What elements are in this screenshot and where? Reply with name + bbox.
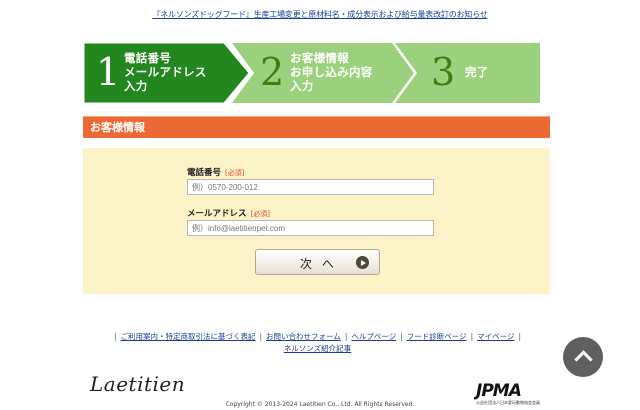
footer-link-mypage[interactable]: マイページ <box>477 332 514 341</box>
footer-separator: | <box>400 332 403 341</box>
jpma-logo-text: JPMA <box>474 381 521 400</box>
step-2: 2 お客様情報 お申し込み内容 入力 <box>232 43 414 103</box>
step-3-label: 完了 <box>465 65 489 79</box>
jpma-logo: JPMA <box>474 381 522 400</box>
phone-label: 電話番号 [必須] <box>187 166 244 178</box>
phone-input[interactable] <box>187 179 434 195</box>
footer-separator: | <box>259 332 263 341</box>
footer-link-nelsons-article[interactable]: ネルソンズ紹介記事 <box>284 344 351 353</box>
footer-links: | ご利用案内・特定商取引法に基づく表記 | お問い合わせフォーム | ヘルプページ | フー… <box>90 331 545 355</box>
footer-separator: | <box>344 332 348 341</box>
step-1-label: 電話番号 メールアドレス 入力 <box>124 51 207 93</box>
footer-link-food-diagnosis[interactable]: フード診断ページ <box>407 332 467 341</box>
step-3-number: 3 <box>431 50 456 94</box>
scroll-to-top-button[interactable] <box>563 337 603 377</box>
step-1-number: 1 <box>96 50 121 94</box>
step-1: 1 電話番号 メールアドレス 入力 <box>84 43 249 103</box>
step-2-number: 2 <box>260 50 285 94</box>
next-button-label: 次 へ <box>300 257 337 271</box>
footer-separator: | <box>470 332 474 341</box>
email-label-text: メールアドレス <box>187 209 247 219</box>
footer-link-contact[interactable]: お問い合わせフォーム <box>266 332 341 341</box>
footer-link-help[interactable]: ヘルプページ <box>351 332 396 341</box>
top-notice-link[interactable]: 『ネルソンズドッグフード』生産工場変更と原材料名・成分表示および給与量表改訂のお… <box>0 9 640 20</box>
phone-required-badge: [必須] <box>225 169 245 177</box>
email-label: メールアドレス [必須] <box>187 207 270 219</box>
step-3: 3 完了 <box>395 43 540 103</box>
laetitien-logo[interactable]: Laetitien <box>90 372 185 396</box>
play-circle-icon <box>356 256 369 269</box>
footer-separator: | <box>518 332 522 341</box>
progress-steps: 1 電話番号 メールアドレス 入力 2 お客様情報 お申し込み内容 入力 3 完… <box>84 43 540 103</box>
step-2-label: お客様情報 お申し込み内容 入力 <box>290 51 373 93</box>
footer-link-guide[interactable]: ご利用案内・特定商取引法に基づく表記 <box>121 332 256 341</box>
customer-form: 電話番号[必須] メールアドレス[必須] 次 へ <box>83 148 550 294</box>
next-button[interactable]: 次 へ <box>255 249 380 275</box>
copyright: Copyright © 2013-2024 Laetitien Co., Ltd… <box>225 401 415 408</box>
footer-separator: | <box>113 332 117 341</box>
email-required-badge: [必須] <box>250 210 270 218</box>
email-input[interactable] <box>187 220 434 236</box>
section-title: お客様情報 <box>83 116 550 138</box>
phone-label-text: 電話番号 <box>187 168 222 178</box>
